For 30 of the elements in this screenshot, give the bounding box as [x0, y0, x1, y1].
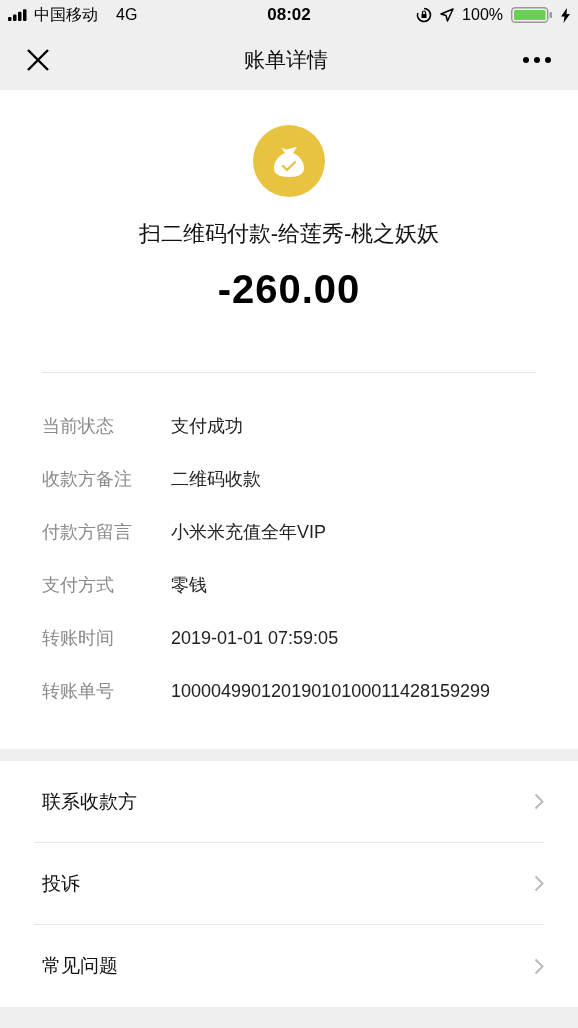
- detail-label: 收款方备注: [42, 468, 133, 491]
- detail-value: 支付成功: [171, 415, 243, 438]
- battery-icon: [511, 7, 553, 23]
- payment-title: 扫二维码付款-给莲秀-桃之妖妖: [138, 220, 440, 248]
- close-button[interactable]: [26, 48, 50, 72]
- detail-label: 转账单号: [42, 680, 115, 703]
- detail-value: 小米米充值全年VIP: [171, 521, 326, 544]
- location-arrow-icon: [440, 8, 455, 22]
- detail-value: 零钱: [171, 574, 207, 597]
- carrier-name: 中国移动: [34, 4, 98, 25]
- chevron-icon: [534, 875, 544, 892]
- detail-label: 当前状态: [42, 415, 115, 438]
- detail-value: 二维码收款: [171, 468, 261, 491]
- detail-label: 支付方式: [42, 574, 115, 597]
- detail-value: 10000499012019010100011428159299: [171, 680, 490, 703]
- payment-amount: -260.00: [217, 267, 361, 312]
- network-type: 4G: [116, 6, 138, 24]
- rotation-lock-icon: [416, 7, 433, 23]
- chevron-icon: [534, 957, 544, 975]
- detail-label: 转账时间: [42, 627, 115, 650]
- charging-bolt-icon: [561, 7, 570, 23]
- battery-percent: 100%: [462, 6, 503, 24]
- detail-value: 2019-01-01 07:59:05: [171, 627, 339, 650]
- signal-icon: [8, 9, 28, 21]
- page-title: 账单详情: [244, 47, 328, 73]
- money-bag-icon: [253, 125, 325, 197]
- detail-label: 付款方留言: [42, 521, 133, 544]
- chevron-icon: [534, 793, 544, 810]
- status-time: 08:02: [267, 5, 311, 25]
- more-button[interactable]: [522, 56, 552, 64]
